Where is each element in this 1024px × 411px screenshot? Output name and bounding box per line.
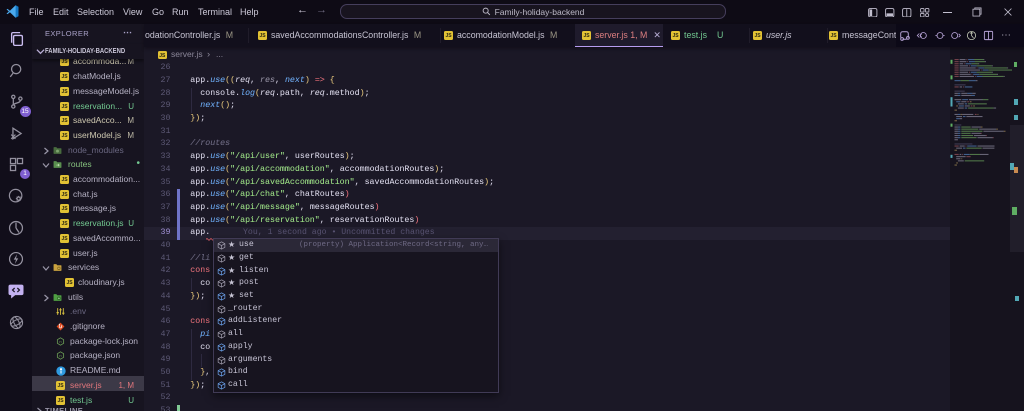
svg-text:n: n	[59, 339, 61, 344]
svg-text:n: n	[59, 353, 61, 358]
